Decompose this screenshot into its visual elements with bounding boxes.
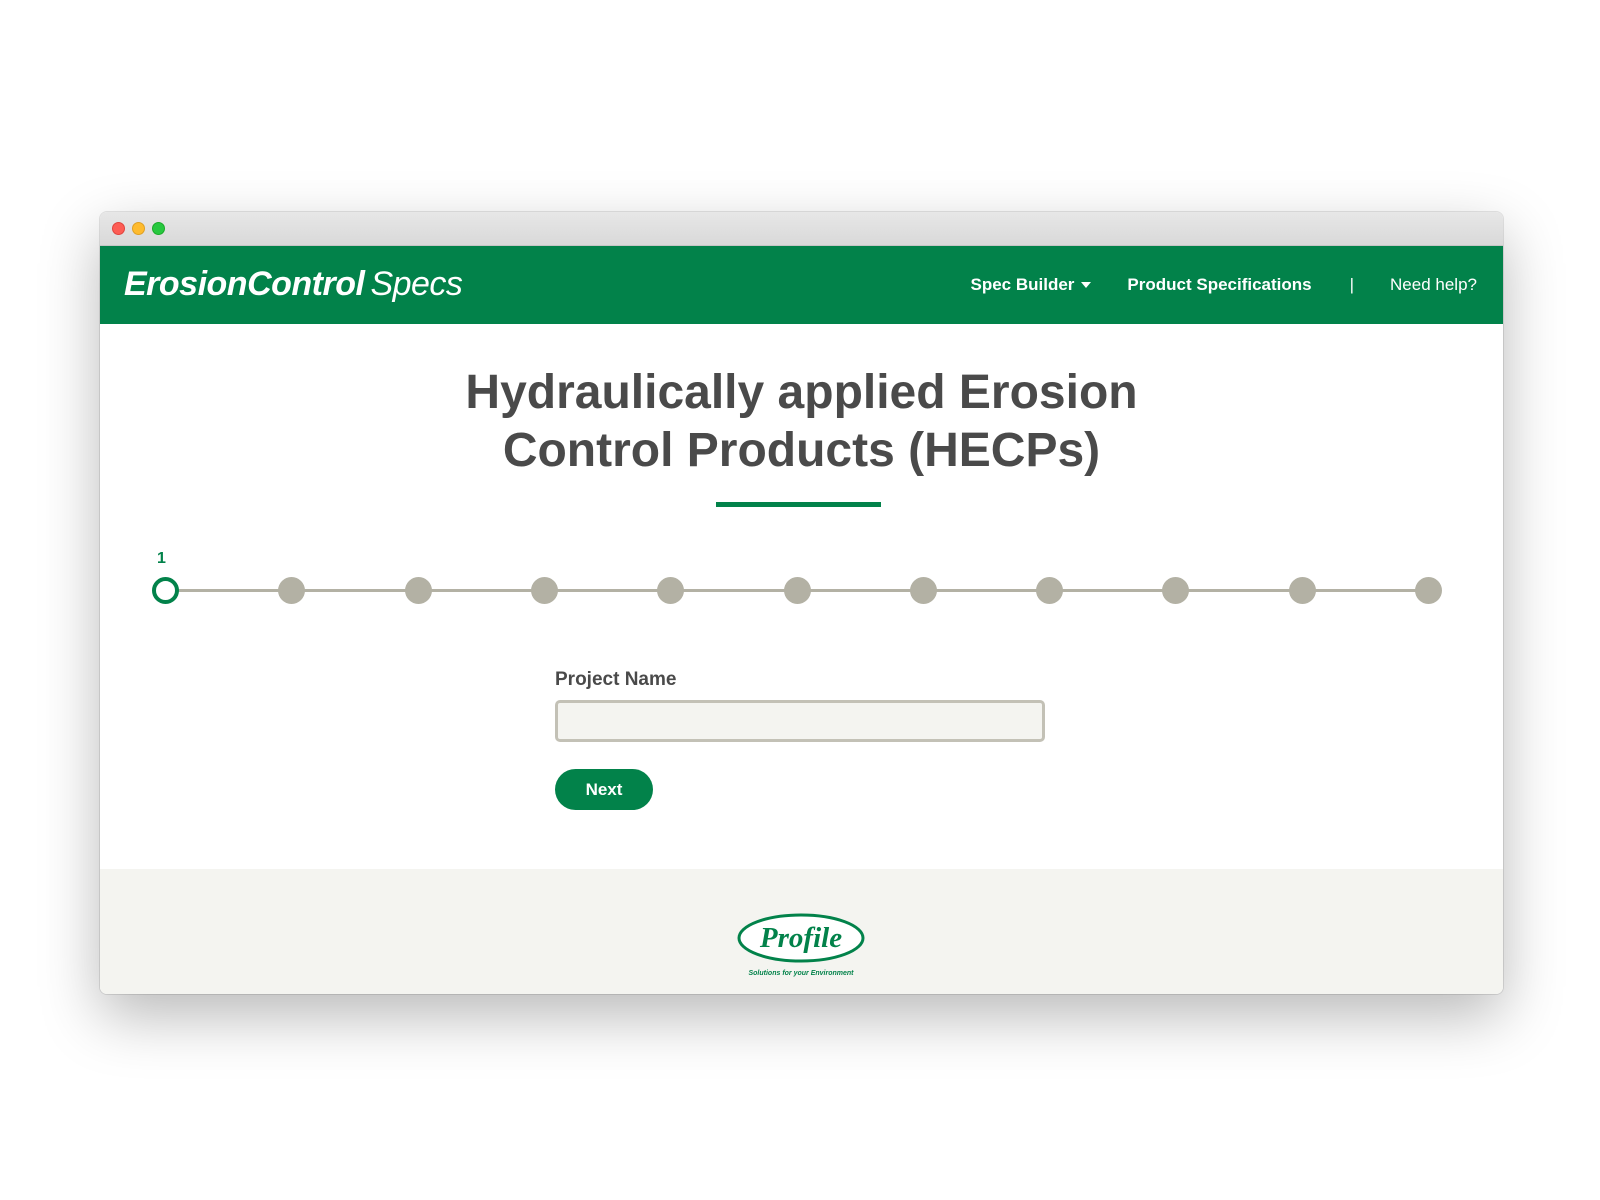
browser-window: ErosionControl Specs Spec Builder Product… [100,212,1503,994]
current-step-number: 1 [157,550,166,567]
step-dot-5[interactable] [657,577,684,604]
step-dot-6[interactable] [784,577,811,604]
close-window-button[interactable] [112,222,125,235]
nav-product-specifications[interactable]: Product Specifications [1127,275,1311,295]
logo-tagline: Solutions for your Environment [748,970,854,977]
step-dot-7[interactable] [910,577,937,604]
step-dot-current[interactable] [152,577,179,604]
minimize-window-button[interactable] [132,222,145,235]
step-dot-4[interactable] [531,577,558,604]
next-button[interactable]: Next [555,769,653,810]
site-footer: Profile Solutions for your Environment [100,869,1503,994]
window-titlebar [100,212,1503,246]
step-dot-3[interactable] [405,577,432,604]
site-header: ErosionControl Specs Spec Builder Product… [100,246,1503,324]
nav-separator: | [1349,275,1355,294]
page-title: Hydraulically applied Erosion Control Pr… [100,364,1503,480]
brand-part-2: Specs [370,265,463,303]
main-content: Hydraulically applied Erosion Control Pr… [100,324,1503,870]
nav-need-help[interactable]: Need help? [1390,275,1477,295]
project-form: Project Name Next [555,669,1045,810]
page-title-line-1: Hydraulically applied Erosion [465,366,1138,419]
step-dot-11[interactable] [1415,577,1442,604]
project-name-label: Project Name [555,669,677,690]
page-title-line-2: Control Products (HECPs) [502,424,1101,477]
brand-part-1: ErosionControl [124,265,365,303]
main-nav: Spec Builder Product Specifications | Ne… [970,246,1477,324]
step-dot-9[interactable] [1162,577,1189,604]
title-underline [716,502,881,507]
progress-stepper: 1 [152,549,1442,609]
caret-down-icon [1081,281,1092,288]
nav-spec-builder-label: Spec Builder [970,275,1075,294]
step-dot-10[interactable] [1289,577,1316,604]
maximize-window-button[interactable] [152,222,165,235]
nav-spec-builder[interactable]: Spec Builder [970,275,1092,295]
logo-wordmark: Profile [759,922,842,954]
profile-logo: Profile Solutions for your Environment [737,913,865,977]
site-logo[interactable]: ErosionControl Specs [124,265,463,304]
step-dot-2[interactable] [278,577,305,604]
project-name-input[interactable] [555,700,1045,742]
step-dot-8[interactable] [1036,577,1063,604]
